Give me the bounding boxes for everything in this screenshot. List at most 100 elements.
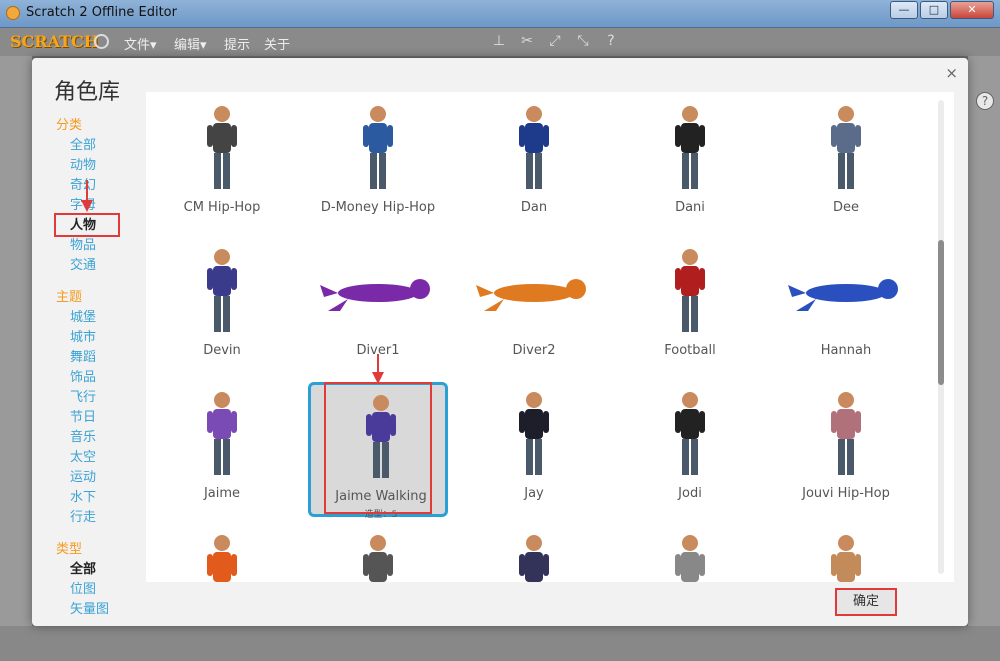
annotation-arrow-line — [86, 180, 88, 202]
sprite-thumbnail — [476, 279, 586, 311]
ok-button[interactable]: 确定 — [835, 588, 897, 616]
scratch-cat-icon — [6, 6, 20, 20]
sprite-thumbnail — [831, 535, 861, 582]
sprite-tile[interactable] — [308, 525, 448, 582]
theme-walking[interactable]: 行走 — [56, 508, 146, 528]
sprite-thumbnail — [207, 249, 237, 332]
theme-underwater[interactable]: 水下 — [56, 488, 146, 508]
sprite-name: Jodi — [678, 486, 702, 501]
sprite-thumbnail — [831, 106, 861, 189]
sprite-tile[interactable]: Jodi — [620, 382, 760, 517]
category-heading: 分类 — [56, 118, 83, 133]
sprite-tile[interactable]: Jaime — [152, 382, 292, 517]
theme-space[interactable]: 太空 — [56, 448, 146, 468]
menu-file[interactable]: 文件▾ — [124, 34, 157, 53]
sprite-name: Jay — [524, 486, 544, 501]
close-window-button[interactable]: ✕ — [950, 1, 994, 19]
sprite-thumbnail — [363, 106, 393, 189]
sprite-tile[interactable] — [152, 525, 292, 582]
sprite-tile[interactable]: Football — [620, 239, 760, 374]
theme-sports[interactable]: 运动 — [56, 468, 146, 488]
grow-icon[interactable]: ⤢ — [548, 34, 562, 48]
type-heading: 类型 — [56, 542, 83, 557]
annotation-arrow-head — [81, 200, 93, 212]
sprite-thumbnail — [675, 535, 705, 582]
sprite-thumbnail — [363, 535, 393, 582]
sprite-tile[interactable] — [776, 525, 916, 582]
type-bitmap[interactable]: 位图 — [56, 580, 146, 600]
window-titlebar: Scratch 2 Offline Editor — □ ✕ — [0, 0, 1000, 28]
sprite-name: D-Money Hip-Hop — [320, 200, 436, 215]
sprite-library-dialog: 角色库 × 分类 全部 动物 奇幻 字母 人物 物品 交通 主题 城堡 城市 舞… — [32, 58, 968, 626]
sprite-thumbnail — [788, 279, 898, 311]
sprite-name: Devin — [203, 343, 241, 358]
theme-city[interactable]: 城市 — [56, 328, 146, 348]
sprite-thumbnail — [519, 106, 549, 189]
cut-scissors-icon[interactable]: ✂ — [520, 34, 534, 48]
type-all[interactable]: 全部 — [56, 560, 146, 580]
sprite-grid: CM Hip-Hop D-Money Hip-Hop Dan Dani Dee Devin… — [146, 92, 954, 582]
theme-flying[interactable]: 飞行 — [56, 388, 146, 408]
sprite-name: Dani — [675, 200, 705, 215]
menu-edit[interactable]: 编辑▾ — [174, 34, 207, 53]
category-transport[interactable]: 交通 — [56, 256, 146, 276]
sprite-name: Jaime — [203, 486, 241, 501]
sprite-thumbnail — [207, 535, 237, 582]
category-fantasy[interactable]: 奇幻 — [56, 176, 146, 196]
sprite-tile[interactable]: CM Hip-Hop — [152, 96, 292, 231]
sprite-thumbnail — [831, 392, 861, 475]
scrollbar-track[interactable] — [938, 100, 944, 574]
sprite-thumbnail — [675, 392, 705, 475]
menu-tips[interactable]: 提示 — [224, 34, 250, 53]
library-filter-sidebar: 分类 全部 动物 奇幻 字母 人物 物品 交通 主题 城堡 城市 舞蹈 饰品 飞… — [56, 116, 146, 620]
sprite-tile[interactable]: Jay — [464, 382, 604, 517]
sprite-tile[interactable]: Diver2 — [464, 239, 604, 374]
shrink-icon[interactable]: ⤡ — [576, 34, 590, 48]
editor-background-left — [0, 56, 32, 661]
menu-about[interactable]: 关于 — [264, 34, 290, 53]
sprite-tile[interactable] — [464, 525, 604, 582]
scrollbar-thumb[interactable] — [938, 240, 944, 385]
sprite-tile[interactable]: Jouvi Hip-Hop — [776, 382, 916, 517]
theme-heading: 主题 — [56, 290, 83, 305]
editor-background-bottom — [0, 626, 1000, 661]
type-vector[interactable]: 矢量图 — [56, 600, 146, 620]
sprite-name: Jouvi Hip-Hop — [802, 486, 890, 501]
annotation-arrow-line — [377, 354, 379, 374]
help-circle-icon[interactable]: ? — [976, 92, 994, 110]
sprite-thumbnail — [207, 392, 237, 475]
sprite-tile[interactable]: Dee — [776, 96, 916, 231]
sprite-thumbnail — [675, 106, 705, 189]
dialog-close-icon[interactable]: × — [945, 64, 958, 82]
category-things[interactable]: 物品 — [56, 236, 146, 256]
language-globe-icon[interactable] — [94, 34, 109, 49]
theme-dress-up[interactable]: 饰品 — [56, 368, 146, 388]
sprite-tile[interactable]: Dan — [464, 96, 604, 231]
category-animals[interactable]: 动物 — [56, 156, 146, 176]
sprite-name: CM Hip-Hop — [183, 200, 261, 215]
toolbar-icons: ⊥ ✂ ⤢ ⤡ ? — [492, 34, 618, 48]
theme-holiday[interactable]: 节日 — [56, 408, 146, 428]
sprite-tile[interactable] — [620, 525, 760, 582]
sprite-thumbnail — [320, 279, 430, 311]
maximize-button[interactable]: □ — [920, 1, 948, 19]
sprite-tile[interactable]: Devin — [152, 239, 292, 374]
help-icon[interactable]: ? — [604, 34, 618, 48]
theme-music[interactable]: 音乐 — [56, 428, 146, 448]
dialog-title: 角色库 — [54, 80, 121, 105]
sprite-tile[interactable]: Hannah — [776, 239, 916, 374]
scratch-logo: SCRATCH — [10, 32, 99, 51]
duplicate-stamp-icon[interactable]: ⊥ — [492, 34, 506, 48]
sprite-tile[interactable]: D-Money Hip-Hop — [308, 96, 448, 231]
sprite-name: Dan — [520, 200, 548, 215]
window-title: Scratch 2 Offline Editor — [26, 5, 177, 20]
sprite-name: Dee — [832, 200, 859, 215]
minimize-button[interactable]: — — [890, 1, 918, 19]
annotation-box-people — [54, 213, 120, 237]
theme-dance[interactable]: 舞蹈 — [56, 348, 146, 368]
category-all[interactable]: 全部 — [56, 136, 146, 156]
annotation-box-selected — [324, 382, 432, 514]
sprite-tile[interactable]: Dani — [620, 96, 760, 231]
annotation-arrow-head — [372, 372, 384, 384]
theme-castle[interactable]: 城堡 — [56, 308, 146, 328]
